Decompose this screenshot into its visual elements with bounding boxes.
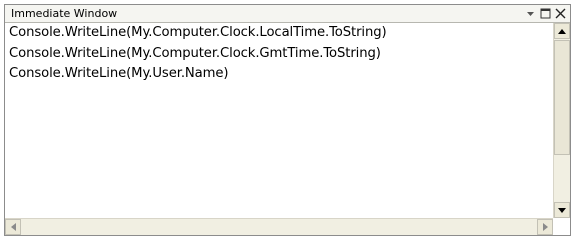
code-line-2[interactable]: Console.WriteLine(My.Computer.Clock.GmtT… — [9, 44, 553, 65]
scroll-up-button[interactable] — [554, 23, 570, 39]
scroll-right-button[interactable] — [537, 219, 553, 235]
title-buttons — [524, 7, 570, 20]
scroll-left-button[interactable] — [5, 219, 21, 235]
window-title: Immediate Window — [11, 7, 118, 20]
titlebar: Immediate Window — [5, 5, 570, 23]
vertical-scroll-thumb[interactable] — [554, 40, 570, 155]
scroll-down-button[interactable] — [554, 202, 570, 218]
maximize-icon[interactable] — [539, 7, 552, 20]
horizontal-scrollbar[interactable] — [5, 218, 553, 235]
triangle-left-icon — [10, 223, 16, 231]
dropdown-arrow-icon[interactable] — [524, 7, 537, 20]
code-editor[interactable]: Console.WriteLine(My.Computer.Clock.Loca… — [5, 23, 553, 218]
triangle-down-icon — [558, 207, 566, 213]
immediate-window: Immediate Window Console.WriteLine(My.Co… — [4, 4, 571, 236]
vertical-scrollbar[interactable] — [553, 23, 570, 218]
scrollbar-corner — [553, 218, 570, 235]
close-icon[interactable] — [554, 7, 567, 20]
triangle-up-icon — [558, 28, 566, 34]
code-line-1[interactable]: Console.WriteLine(My.Computer.Clock.Loca… — [9, 23, 553, 44]
triangle-right-icon — [542, 223, 548, 231]
code-line-3[interactable]: Console.WriteLine(My.User.Name) — [9, 64, 553, 85]
